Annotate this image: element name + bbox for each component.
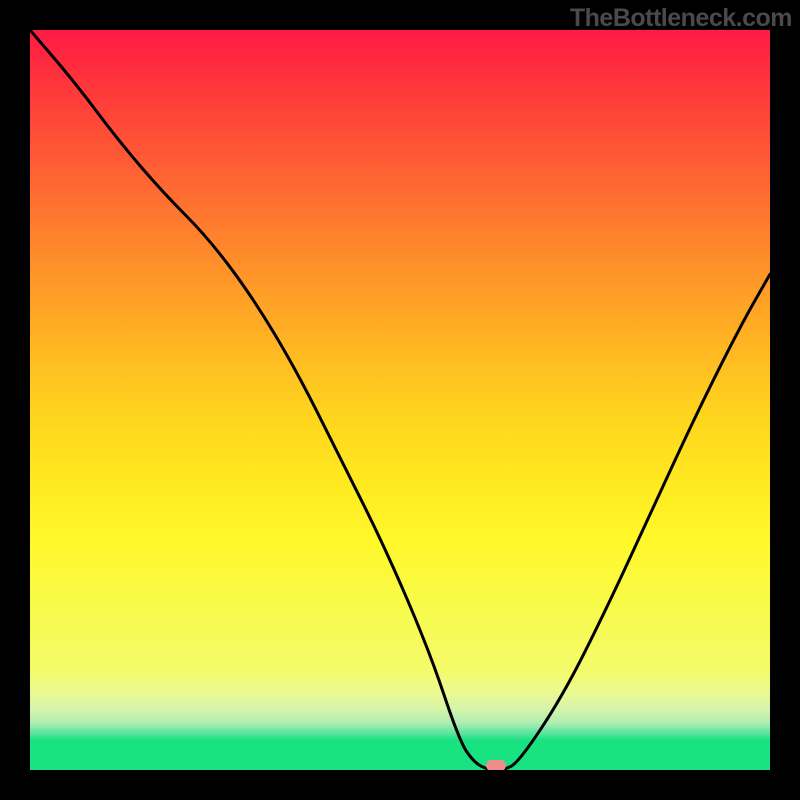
optimal-point-marker [486, 760, 506, 770]
curve-svg [30, 30, 770, 770]
plot-area [30, 30, 770, 770]
bottleneck-curve-path [30, 30, 770, 770]
chart-canvas: TheBottleneck.com [0, 0, 800, 800]
watermark-text: TheBottleneck.com [570, 4, 792, 33]
